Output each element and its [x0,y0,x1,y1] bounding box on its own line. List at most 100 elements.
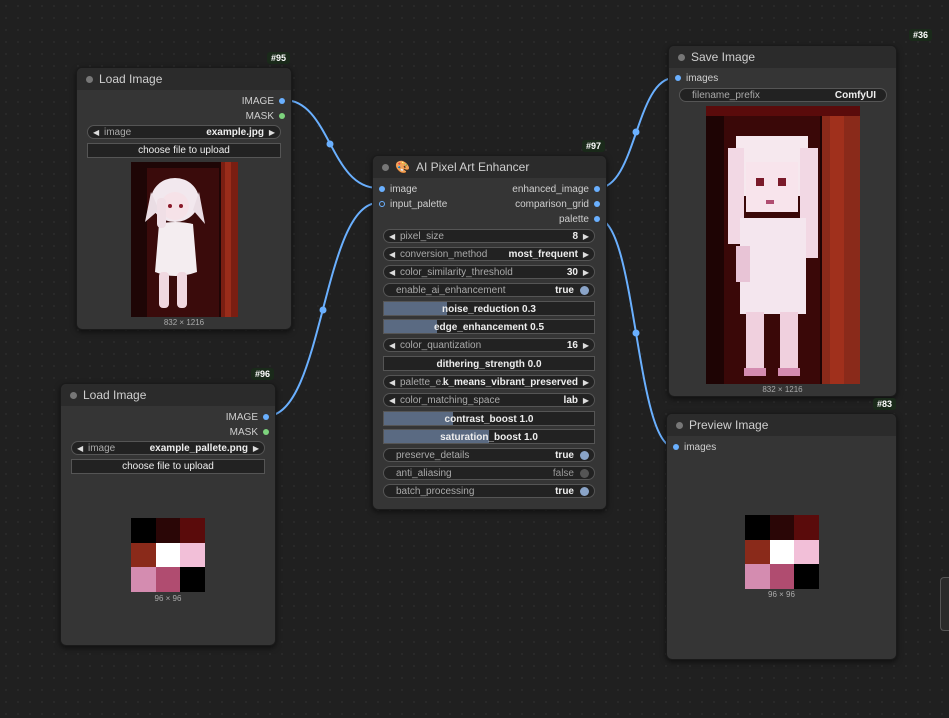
collapse-dot-icon[interactable] [382,164,389,171]
palette-swatch [794,564,819,589]
toggle-knob-icon [580,469,589,478]
input-slot-icon[interactable] [673,444,679,451]
edge-enhancement-slider[interactable]: edge_enhancement 0.5 [383,319,595,334]
output-slot-icon[interactable] [279,98,285,105]
filename-prefix-widget[interactable]: filename_prefix ComfyUI [679,88,887,102]
node-title-bar[interactable]: Save Image [669,46,896,68]
output-slot-icon[interactable] [263,429,269,436]
palette-swatch [131,542,156,568]
collapse-dot-icon[interactable] [86,76,93,83]
output-enhanced-image[interactable]: enhanced_image [512,184,600,195]
arrow-left-icon[interactable]: ◀ [389,230,395,244]
palette-swatch [155,567,181,592]
upload-button[interactable]: choose file to upload [87,143,281,158]
output-image[interactable]: IMAGE [242,96,285,107]
arrow-left-icon[interactable]: ◀ [389,339,395,353]
arrow-right-icon[interactable]: ▶ [583,230,589,244]
collapse-dot-icon[interactable] [676,422,683,429]
collapse-dot-icon[interactable] [678,54,685,61]
image-size-caption: 832 × 1216 [163,318,205,327]
noise-reduction-slider[interactable]: noise_reduction 0.3 [383,301,595,316]
node-title-bar[interactable]: Load Image [61,384,275,406]
image-select-widget[interactable]: ◀ image example.jpg ▶ [87,125,281,139]
palette-preview [131,518,205,592]
sidebar-toggle-handle[interactable] [940,577,949,631]
anti-aliasing-toggle[interactable]: anti_aliasing false [383,466,595,480]
palette-swatch [794,515,819,540]
load-image-node[interactable]: Load Image IMAGE MASK ◀ image example.jp… [76,67,292,330]
input-images[interactable]: images [675,73,718,84]
input-image[interactable]: image [379,184,417,195]
output-slot-icon[interactable] [263,414,269,421]
color-quantization-widget[interactable]: ◀ color_quantization 16 ▶ [383,338,595,352]
arrow-left-icon[interactable]: ◀ [77,442,83,456]
palette-extraction-widget[interactable]: ◀ palette_e... k_means_vibrant_preserved… [383,375,595,389]
toggle-knob-icon [580,451,589,460]
node-id-badge: #97 [582,140,606,152]
node-title: AI Pixel Art Enhancer [415,160,530,174]
node-title-bar[interactable]: Preview Image [667,414,896,436]
palette-swatch [180,542,205,568]
palette-swatch [745,515,770,540]
conversion-method-widget[interactable]: ◀ conversion_method most_frequent ▶ [383,247,595,261]
output-slot-icon[interactable] [594,216,600,223]
toggle-knob-icon [580,487,589,496]
toggle-knob-icon [580,286,589,295]
slider-fill [384,320,437,333]
arrow-right-icon[interactable]: ▶ [583,266,589,280]
pixel-art-enhancer-node[interactable]: 🎨 AI Pixel Art Enhancer image input_palet… [372,155,607,510]
output-mask[interactable]: MASK [230,427,269,438]
node-id-badge: #95 [267,52,291,64]
output-mask[interactable]: MASK [246,111,285,122]
arrow-left-icon[interactable]: ◀ [93,126,99,140]
palette-swatch [745,564,770,589]
image-select-widget[interactable]: ◀ image example_pallete.png ▶ [71,441,265,455]
palette-icon: 🎨 [395,160,410,174]
saturation-boost-slider[interactable]: saturation_boost 1.0 [383,429,595,444]
input-slot-icon[interactable] [379,186,385,193]
load-palette-node[interactable]: Load Image IMAGE MASK ◀ image example_pa… [60,383,276,646]
arrow-right-icon[interactable]: ▶ [269,126,275,140]
output-comparison-grid[interactable]: comparison_grid [515,199,600,210]
input-slot-icon[interactable] [379,201,385,208]
arrow-left-icon[interactable]: ◀ [389,376,395,390]
enable-ai-enhancement-toggle[interactable]: enable_ai_enhancement true [383,283,595,297]
arrow-left-icon[interactable]: ◀ [389,248,395,262]
arrow-right-icon[interactable]: ▶ [583,376,589,390]
arrow-right-icon[interactable]: ▶ [583,248,589,262]
node-title-bar[interactable]: 🎨 AI Pixel Art Enhancer [373,156,606,178]
batch-processing-toggle[interactable]: batch_processing true [383,484,595,498]
contrast-boost-slider[interactable]: contrast_boost 1.0 [383,411,595,426]
preserve-details-toggle[interactable]: preserve_details true [383,448,595,462]
preview-image-node[interactable]: Preview Image images 96 × 96 [666,413,897,660]
arrow-right-icon[interactable]: ▶ [253,442,259,456]
palette-swatch [769,564,795,589]
input-images[interactable]: images [673,442,716,453]
arrow-left-icon[interactable]: ◀ [389,266,395,280]
palette-preview [745,515,819,589]
arrow-right-icon[interactable]: ▶ [583,339,589,353]
input-slot-icon[interactable] [675,75,681,82]
dithering-strength-slider[interactable]: dithering_strength 0.0 [383,356,595,371]
output-slot-icon[interactable] [279,113,285,120]
collapse-dot-icon[interactable] [70,392,77,399]
save-image-node[interactable]: Save Image images filename_prefix ComfyU… [668,45,897,397]
upload-button[interactable]: choose file to upload [71,459,265,474]
node-id-badge: #96 [251,368,275,380]
output-image[interactable]: IMAGE [226,412,269,423]
output-slot-icon[interactable] [594,186,600,193]
input-palette[interactable]: input_palette [379,199,447,210]
output-palette[interactable]: palette [559,214,600,225]
palette-swatch [155,542,181,568]
output-slot-icon[interactable] [594,201,600,208]
node-title-bar[interactable]: Load Image [77,68,291,90]
color-matching-space-widget[interactable]: ◀ color_matching_space lab ▶ [383,393,595,407]
arrow-left-icon[interactable]: ◀ [389,394,395,408]
arrow-right-icon[interactable]: ▶ [583,394,589,408]
pixel-size-widget[interactable]: ◀ pixel_size 8 ▶ [383,229,595,243]
color-similarity-threshold-widget[interactable]: ◀ color_similarity_threshold 30 ▶ [383,265,595,279]
palette-swatch [794,539,819,565]
node-title: Load Image [99,72,163,86]
palette-swatch [745,539,770,565]
image-size-caption: 832 × 1216 [762,385,803,394]
